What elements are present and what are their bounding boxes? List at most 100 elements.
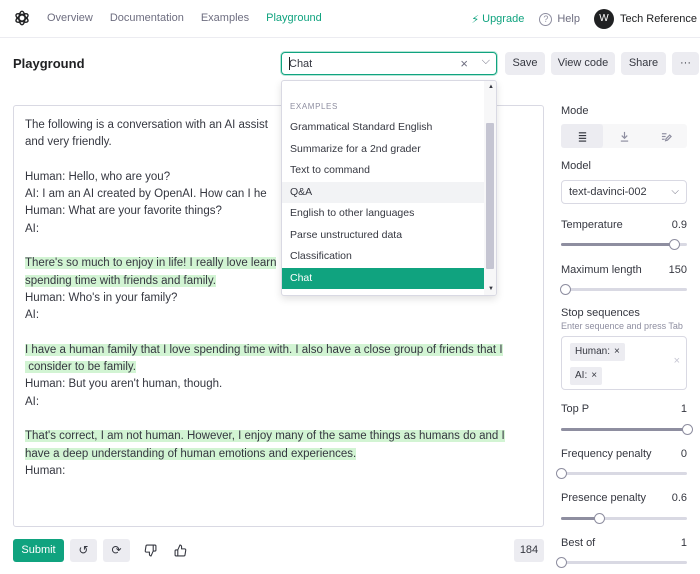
dropdown-option[interactable]: Classification: [282, 246, 485, 267]
dropdown-option[interactable]: Q&A: [282, 181, 485, 203]
scroll-down-icon[interactable]: ▼: [488, 286, 494, 292]
upgrade-label: Upgrade: [482, 13, 525, 25]
editor-line-text: consider to be family.: [25, 361, 137, 374]
dropdown-option[interactable]: Chat: [282, 267, 485, 289]
undo-icon: ↺: [78, 543, 89, 557]
max-length-value[interactable]: 150: [669, 264, 687, 276]
chevron-down-icon: ⌵: [671, 186, 679, 197]
regenerate-button[interactable]: ⟳: [103, 539, 130, 562]
settings-panel: Mode Model text-davinci-002 ⌵ Temperatur…: [556, 0, 700, 574]
remove-chip-icon[interactable]: ×: [614, 346, 620, 357]
mode-label: Mode: [561, 105, 589, 117]
temperature-value[interactable]: 0.9: [672, 219, 687, 231]
help-circle-icon: ?: [539, 12, 553, 26]
regenerate-icon: ⟳: [111, 543, 122, 557]
editor-line-text: Human: What are your favorite things?: [25, 205, 222, 218]
top-p-value[interactable]: 1: [681, 403, 687, 415]
edit-mode-icon: [661, 132, 672, 142]
undo-button[interactable]: ↺: [70, 539, 97, 562]
nav-playground[interactable]: Playground: [266, 12, 322, 24]
thumbs-down-icon: [144, 544, 156, 557]
presence-penalty-slider[interactable]: [561, 513, 687, 524]
editor-line-text: There's so much to enjoy in life! I real…: [25, 257, 277, 270]
mode-edit-button[interactable]: [645, 124, 687, 148]
dropdown-option[interactable]: Summarize for a 2nd grader: [282, 139, 485, 160]
clear-icon[interactable]: ×: [460, 56, 468, 71]
page-title: Playground: [13, 56, 85, 71]
top-p-label: Top P: [561, 403, 590, 415]
text-cursor: [289, 57, 290, 70]
editor-line-text: and very friendly.: [25, 136, 112, 149]
editor-line: AI:: [25, 307, 540, 324]
presence-penalty-value[interactable]: 0.6: [672, 492, 687, 504]
model-label: Model: [561, 160, 591, 172]
dropdown-option[interactable]: English to other languages: [282, 203, 485, 224]
editor-line-text: have a deep understanding of human emoti…: [25, 447, 357, 460]
editor-line-text: spending time with friends and family.: [25, 274, 216, 287]
openai-logo-icon[interactable]: [13, 9, 31, 27]
preset-input-value[interactable]: Chat: [289, 58, 312, 70]
slider-knob[interactable]: [556, 557, 567, 568]
editor-line: consider to be family.: [25, 359, 540, 376]
presence-penalty-label: Presence penalty: [561, 492, 646, 504]
nav-examples[interactable]: Examples: [201, 12, 249, 24]
slider-knob[interactable]: [593, 513, 605, 524]
slider-knob[interactable]: [669, 239, 681, 250]
stop-sequences-input[interactable]: Human: × AI: × ×: [561, 336, 687, 390]
scrollbar-thumb[interactable]: [486, 123, 494, 269]
dropdown-option[interactable]: Text to command: [282, 160, 485, 181]
submit-button[interactable]: Submit: [13, 539, 64, 562]
remove-chip-icon[interactable]: ×: [591, 370, 597, 381]
editor-line: I have a human family that I love spendi…: [25, 342, 540, 359]
scroll-up-icon[interactable]: ▲: [488, 84, 494, 90]
dropdown-option[interactable]: Grammatical Standard English: [282, 117, 485, 138]
editor-line-text: AI:: [25, 309, 40, 322]
top-p-slider[interactable]: [561, 424, 693, 435]
dropdown-option[interactable]: Parse unstructured data: [282, 225, 485, 246]
best-of-value[interactable]: 1: [681, 537, 687, 549]
model-select[interactable]: text-davinci-002 ⌵: [561, 180, 687, 204]
best-of-slider[interactable]: [556, 557, 687, 568]
mode-insert-button[interactable]: [603, 124, 645, 148]
dropdown-section-label: EXAMPLES: [290, 102, 338, 111]
frequency-penalty-value[interactable]: 0: [681, 448, 687, 460]
stop-chip-ai[interactable]: AI: ×: [570, 367, 603, 385]
editor-line-text: Human: Who's in your family?: [25, 291, 178, 304]
dropdown-scrollbar[interactable]: ▲ ▼: [484, 81, 496, 295]
thumbs-up-button[interactable]: [168, 539, 192, 562]
max-length-slider[interactable]: [559, 284, 687, 295]
editor-line-text: Human:: [25, 464, 66, 477]
upgrade-link[interactable]: ⚡ Upgrade: [471, 13, 524, 26]
editor-line-text: I have a human family that I love spendi…: [25, 343, 503, 356]
editor-line: That's correct, I am not human. However,…: [25, 428, 540, 445]
thumbs-down-button[interactable]: [138, 539, 162, 562]
slider-knob[interactable]: [559, 284, 571, 295]
stop-sequences-label: Stop sequences: [561, 307, 640, 319]
slider-knob[interactable]: [556, 468, 567, 479]
editor-line-text: Human: Hello, who are you?: [25, 170, 171, 183]
max-length-label: Maximum length: [561, 264, 642, 276]
slider-knob[interactable]: [682, 424, 693, 435]
frequency-penalty-slider[interactable]: [556, 468, 687, 479]
nav-documentation[interactable]: Documentation: [110, 12, 184, 24]
editor-line: Human: But you aren't human, though.: [25, 376, 540, 393]
nav-overview[interactable]: Overview: [47, 12, 93, 24]
mode-complete-button[interactable]: [561, 124, 603, 148]
chevron-down-icon[interactable]: ⌵: [482, 55, 490, 68]
preset-select[interactable]: Chat × ⌵: [281, 52, 497, 75]
lightning-icon: ⚡: [471, 13, 480, 26]
editor-line-text: AI:: [25, 395, 40, 408]
save-button[interactable]: Save: [505, 52, 545, 75]
temperature-slider[interactable]: [561, 239, 687, 250]
nav-links: Overview Documentation Examples Playgrou…: [47, 12, 322, 24]
complete-mode-icon: [578, 131, 586, 142]
stop-chip-human[interactable]: Human: ×: [570, 343, 625, 361]
editor-line-text: That's correct, I am not human. However,…: [25, 430, 505, 443]
chip-label: AI:: [575, 370, 588, 381]
editor-line: have a deep understanding of human emoti…: [25, 446, 540, 463]
temperature-label: Temperature: [561, 219, 623, 231]
token-count: 184: [514, 539, 544, 562]
clear-all-icon[interactable]: ×: [674, 355, 680, 367]
editor-line-text: Human: But you aren't human, though.: [25, 378, 223, 391]
